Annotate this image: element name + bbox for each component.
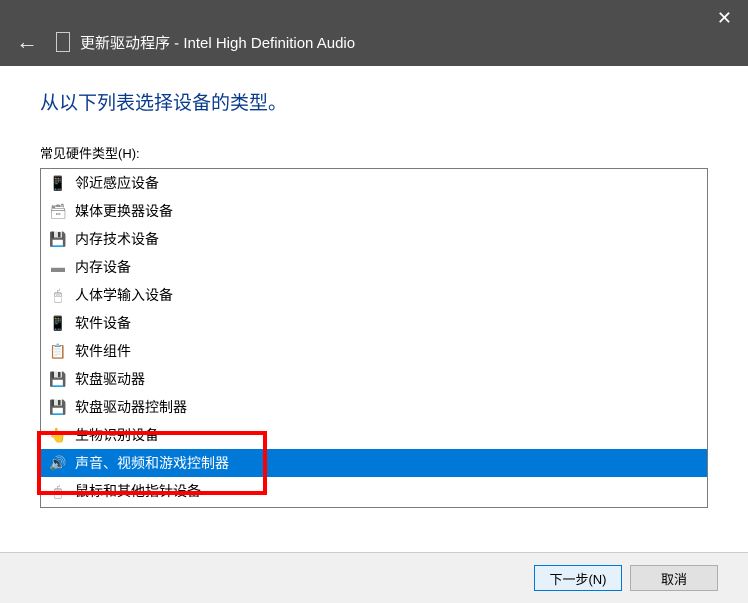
list-item-label: 声音、视频和游戏控制器 (75, 453, 229, 473)
hardware-type-list[interactable]: 📱 邻近感应设备 🗃 媒体更换器设备 💾 内存技术设备 ▬ 内存设备 🖱 人体学输入设备 📱 软件设备… (40, 168, 708, 508)
device-type-icon: 📱 (49, 314, 67, 332)
list-item-label: 内存设备 (75, 257, 131, 277)
list-item-label: 鼠标和其他指针设备 (75, 481, 201, 501)
device-type-icon: 🗃 (49, 202, 67, 220)
next-button[interactable]: 下一步(N) (534, 565, 622, 591)
device-type-icon: 📋 (49, 342, 67, 360)
window-title: 更新驱动程序 - Intel High Definition Audio (80, 32, 355, 53)
device-type-icon: 🔊 (49, 454, 67, 472)
back-icon[interactable]: ← (16, 29, 38, 55)
list-item[interactable]: 📋 软件组件 (41, 337, 707, 365)
list-item[interactable]: 🔊 声音、视频和游戏控制器 (41, 449, 707, 477)
list-item[interactable]: 👆 生物识别设备 (41, 421, 707, 449)
cancel-button[interactable]: 取消 (630, 565, 718, 591)
list-item[interactable]: 🖱 人体学输入设备 (41, 281, 707, 309)
device-type-icon: 💾 (49, 398, 67, 416)
list-item-label: 内存技术设备 (75, 229, 159, 249)
list-item-label: 软件设备 (75, 313, 131, 333)
list-item[interactable]: 📱 邻近感应设备 (41, 169, 707, 197)
device-type-icon: 👆 (49, 426, 67, 444)
list-item-label: 软盘驱动器控制器 (75, 397, 187, 417)
list-item-label: 软件组件 (75, 341, 131, 361)
list-item[interactable]: ▬ 内存设备 (41, 253, 707, 281)
list-item-label: 软盘驱动器 (75, 369, 145, 389)
list-item[interactable]: 💾 内存技术设备 (41, 225, 707, 253)
device-type-icon: 📱 (49, 174, 67, 192)
device-type-icon: 🖱 (49, 482, 67, 500)
list-item[interactable]: 💾 软盘驱动器 (41, 365, 707, 393)
dialog-content: 从以下列表选择设备的类型。 常见硬件类型(H): 📱 邻近感应设备 🗃 媒体更换器设备… (0, 66, 748, 508)
list-item-label: 媒体更换器设备 (75, 201, 173, 221)
list-item[interactable]: 📱 软件设备 (41, 309, 707, 337)
close-icon[interactable]: ✕ (717, 8, 732, 29)
device-icon (56, 32, 70, 52)
device-type-icon: 🖱 (49, 286, 67, 304)
list-item-label: 邻近感应设备 (75, 173, 159, 193)
list-item[interactable]: 📀数字媒体设备 (41, 505, 707, 508)
list-item-label: 生物识别设备 (75, 425, 159, 445)
list-item[interactable]: 💾 软盘驱动器控制器 (41, 393, 707, 421)
list-item[interactable]: 🗃 媒体更换器设备 (41, 197, 707, 225)
page-heading: 从以下列表选择设备的类型。 (40, 88, 708, 115)
list-item-label: 人体学输入设备 (75, 285, 173, 305)
list-label: 常见硬件类型(H): (40, 143, 708, 162)
device-type-icon: 💾 (49, 230, 67, 248)
list-item[interactable]: 🖱 鼠标和其他指针设备 (41, 477, 707, 505)
device-type-icon: ▬ (49, 258, 67, 276)
dialog-footer: 下一步(N) 取消 (0, 552, 748, 603)
title-bar: ✕ ← 更新驱动程序 - Intel High Definition Audio (0, 0, 748, 66)
device-type-icon: 💾 (49, 370, 67, 388)
